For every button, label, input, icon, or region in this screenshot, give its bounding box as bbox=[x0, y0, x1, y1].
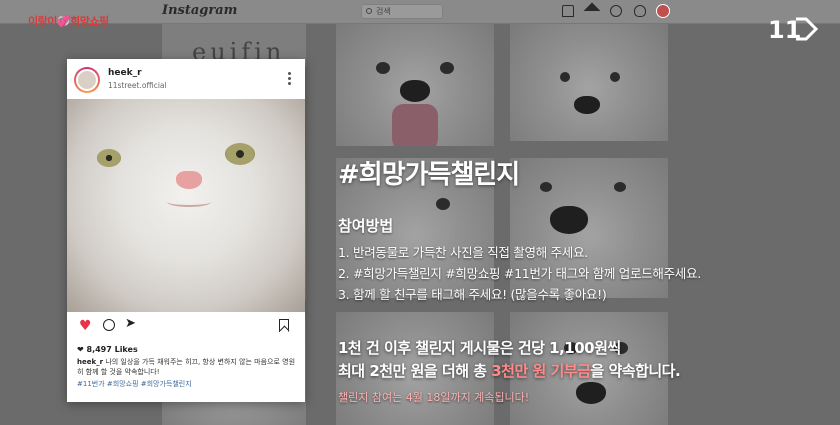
compass-icon[interactable] bbox=[610, 5, 622, 17]
cat-eye bbox=[225, 143, 255, 165]
donation-notice: 1천 건 이후 챌린지 게시물은 건당 1,100원씩 최대 2천만 원을 더해… bbox=[338, 337, 681, 383]
post-caption: heek_r 나의 일상을 가득 채워주는 히끄, 항상 변하지 않는 마음으로… bbox=[77, 357, 297, 377]
caption-username[interactable]: heek_r bbox=[77, 358, 103, 366]
dog-eye bbox=[560, 72, 570, 82]
participation-steps: 1. 반려동물로 가득찬 사진을 직접 촬영해 주세요. 2. #희망가득챌린지… bbox=[338, 242, 701, 305]
share-icon[interactable]: ➤ bbox=[125, 317, 136, 331]
cat-nose bbox=[176, 171, 202, 189]
bookmark-icon[interactable] bbox=[279, 319, 289, 332]
donation-line-1: 1천 건 이후 챌린지 게시물은 건당 1,100원씩 bbox=[338, 339, 621, 357]
dog-nose bbox=[576, 382, 606, 404]
dog-eye bbox=[614, 182, 626, 192]
step-item: 2. #희망가득챌린지 #희망쇼핑 #11번가 태그와 함께 업로드해주세요. bbox=[338, 266, 701, 281]
promo-tag-right: 희망쇼핑 bbox=[70, 15, 109, 28]
challenge-period: 챌린지 참여는 4월 18일까지 계속됩니다! bbox=[338, 391, 530, 404]
comment-icon[interactable] bbox=[103, 319, 115, 331]
post-actions: ♥ ➤ bbox=[67, 312, 305, 336]
donation-highlight: 3천만 원 기부금 bbox=[491, 362, 591, 380]
search-icon bbox=[366, 8, 372, 14]
home-icon[interactable] bbox=[562, 5, 574, 17]
dog-eye bbox=[610, 72, 620, 82]
dog-eye bbox=[440, 62, 454, 74]
post-hashtags[interactable]: #11번가 #희망쇼핑 #희망가득챌린지 bbox=[77, 379, 192, 389]
likes-count: ❤︎ 8,497 Likes bbox=[77, 345, 138, 354]
step-item: 3. 함께 할 친구를 태그해 주세요! (많을수록 좋아요!) bbox=[338, 287, 607, 302]
eleven-street-logo: 11 bbox=[768, 16, 818, 42]
cat-eye bbox=[97, 149, 121, 167]
dog-nose bbox=[550, 206, 588, 234]
profile-avatar[interactable] bbox=[656, 4, 670, 18]
dog-nose bbox=[574, 96, 600, 114]
cat-mouth bbox=[167, 197, 211, 207]
dog-tongue bbox=[392, 104, 438, 146]
instagram-top-bar: Instagram 검색 bbox=[0, 0, 840, 24]
grid-tile-dog[interactable] bbox=[510, 24, 668, 141]
cat-photo bbox=[67, 99, 305, 312]
dog-eye bbox=[540, 182, 552, 192]
step-item: 1. 반려동물로 가득찬 사진을 직접 촬영해 주세요. bbox=[338, 245, 588, 260]
search-input[interactable]: 검색 bbox=[361, 4, 443, 19]
more-options-icon[interactable] bbox=[288, 72, 292, 86]
challenge-title: #희망가득챌린지 bbox=[338, 160, 520, 190]
grid-tile-dog[interactable] bbox=[336, 24, 494, 146]
how-to-heading: 참여방법 bbox=[338, 217, 394, 235]
post-subtitle: 11street.official bbox=[108, 81, 167, 90]
dog-nose bbox=[400, 80, 430, 102]
search-placeholder: 검색 bbox=[376, 7, 391, 16]
caption-text: 나의 일상을 가득 채워주는 히끄, 항상 변하지 않는 마음으로 영원히 함께… bbox=[77, 358, 296, 376]
post-username[interactable]: heek_r bbox=[108, 68, 142, 78]
heart-icon[interactable] bbox=[634, 5, 646, 17]
dog-eye bbox=[376, 62, 390, 74]
send-icon[interactable] bbox=[586, 5, 598, 17]
like-heart-icon[interactable]: ♥ bbox=[79, 319, 92, 333]
post-header: heek_r 11street.official bbox=[67, 59, 305, 99]
post-avatar[interactable] bbox=[74, 67, 100, 93]
dog-eye bbox=[436, 198, 450, 210]
instagram-logo[interactable]: Instagram bbox=[162, 3, 237, 18]
promo-tag: 이랑이💞희망쇼핑 bbox=[28, 13, 109, 29]
donation-line-2: 최대 2천만 원을 더해 총 3천만 원 기부금을 약속합니다. bbox=[338, 362, 681, 380]
hearts-icon: 💞 bbox=[56, 15, 71, 28]
instagram-post-card: heek_r 11street.official ♥ ➤ ❤︎ 8,497 Li… bbox=[67, 59, 305, 402]
promo-tag-left: 이랑이 bbox=[28, 15, 57, 28]
